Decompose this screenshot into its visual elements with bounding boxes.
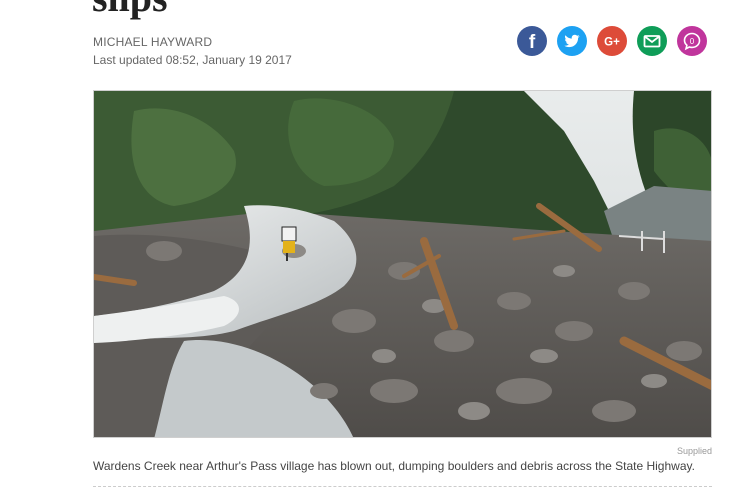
comments-share-button[interactable]: 0 [677, 26, 707, 56]
email-icon [643, 35, 661, 48]
svg-text:f: f [529, 32, 536, 53]
last-updated-timestamp: Last updated 08:52, January 19 2017 [93, 53, 292, 67]
author-byline[interactable]: MICHAEL HAYWARD [93, 35, 212, 49]
email-share-button[interactable] [637, 26, 667, 56]
creek-debris-photo [94, 91, 711, 437]
share-bar: f G+ 0 [517, 26, 707, 56]
section-divider [93, 486, 712, 487]
svg-text:G+: G+ [604, 37, 620, 49]
twitter-icon [564, 34, 580, 48]
photo-credit: Supplied [676, 446, 712, 456]
photo-caption: Wardens Creek near Arthur's Pass village… [93, 459, 695, 473]
comments-icon: 0 [683, 32, 701, 51]
google-plus-icon: G+ [604, 37, 620, 49]
svg-text:0: 0 [690, 37, 695, 46]
facebook-share-button[interactable]: f [517, 26, 547, 56]
article-photo[interactable] [93, 90, 712, 438]
article-headline: slips [92, 0, 168, 18]
google-plus-share-button[interactable]: G+ [597, 26, 627, 56]
twitter-share-button[interactable] [557, 26, 587, 56]
facebook-icon: f [529, 32, 536, 53]
